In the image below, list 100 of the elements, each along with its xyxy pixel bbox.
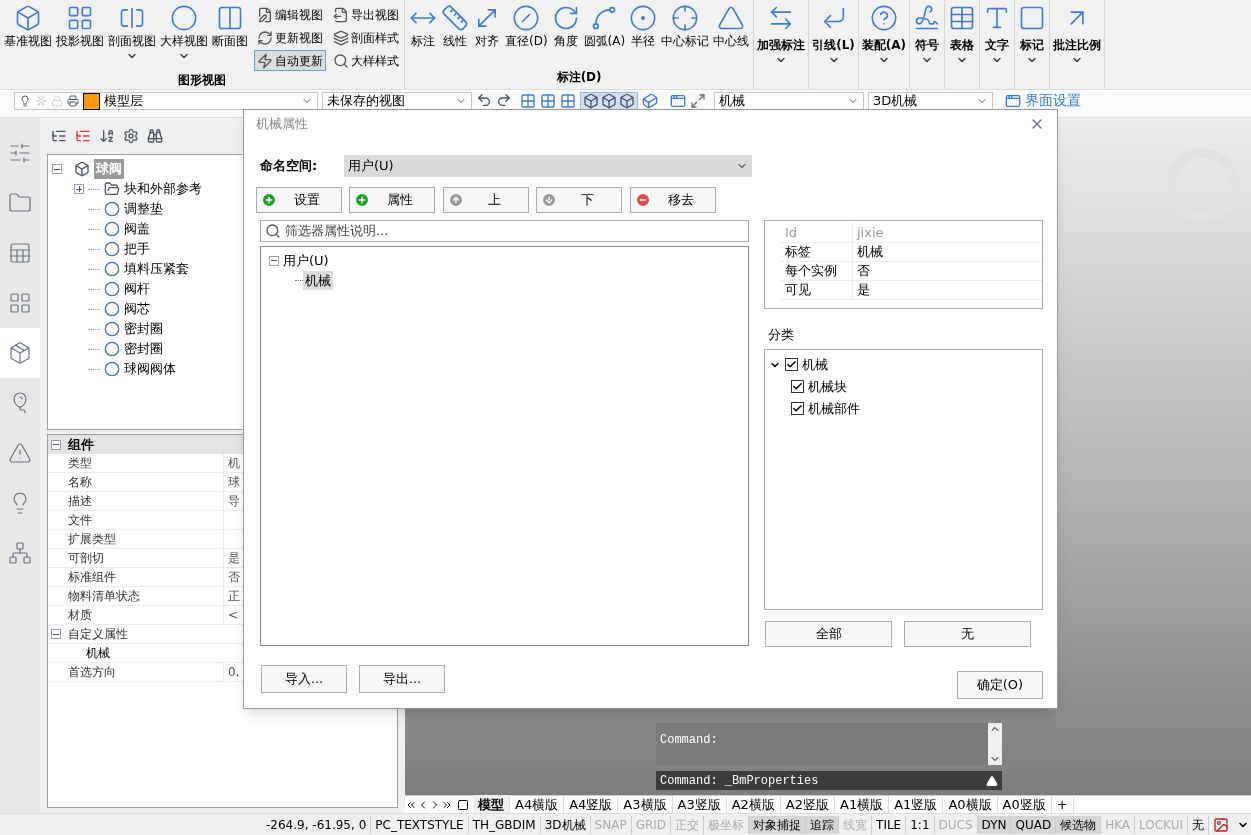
window-icon[interactable] bbox=[670, 93, 686, 109]
ribbon-tool-button[interactable]: 符号 bbox=[910, 0, 946, 89]
action-button[interactable]: 属性 bbox=[349, 187, 435, 213]
shaded-cube-icon[interactable] bbox=[642, 93, 658, 109]
view-grid-icon[interactable] bbox=[560, 93, 576, 109]
expander-icon[interactable] bbox=[269, 255, 279, 266]
ribbon-button[interactable]: 断面图 bbox=[210, 4, 250, 62]
ribbon-small-button[interactable]: 更新视图 bbox=[254, 27, 326, 48]
sort-icon[interactable] bbox=[99, 128, 115, 144]
status-toggle[interactable]: DYN bbox=[977, 815, 1012, 834]
tree-icon[interactable] bbox=[51, 128, 67, 144]
ribbon-small-button[interactable]: 剖面样式 bbox=[330, 27, 402, 48]
ui-settings-link[interactable]: 界面设置 bbox=[1005, 92, 1081, 109]
ribbon-small-button[interactable]: 导出视图 bbox=[330, 4, 402, 25]
settings-icon[interactable] bbox=[123, 128, 139, 144]
ribbon-button[interactable]: 半径 bbox=[627, 4, 660, 62]
grid-icon bbox=[8, 291, 32, 315]
ribbon-small-button[interactable]: 大样样式 bbox=[330, 50, 402, 71]
tree-item[interactable]: 阀杆 bbox=[124, 279, 150, 299]
ribbon-button[interactable]: 中心线 bbox=[711, 4, 752, 62]
namespace-dropdown[interactable]: 用户(U) bbox=[344, 155, 752, 177]
status-toggle[interactable]: QUAD bbox=[1011, 815, 1057, 834]
ribbon-button[interactable]: 中心标记 bbox=[659, 4, 712, 62]
action-button[interactable]: 下 bbox=[536, 187, 622, 213]
undo-icon[interactable] bbox=[476, 92, 492, 108]
ribbon-tool-button[interactable]: 批注比例 bbox=[1050, 0, 1106, 89]
ribbon-button[interactable]: 对齐 bbox=[471, 4, 503, 62]
ribbon-button[interactable]: 基准视图 bbox=[2, 4, 54, 62]
tree-item[interactable]: 填料压紧套 bbox=[124, 259, 189, 279]
ribbon-small-button[interactable]: 自动更新 bbox=[254, 50, 326, 71]
footer-button[interactable]: 导出... bbox=[359, 665, 445, 693]
expander-icon[interactable] bbox=[51, 439, 61, 450]
standard-dropdown[interactable]: 机械 bbox=[714, 92, 864, 110]
attribute-value: 是 bbox=[856, 281, 870, 300]
ok-button[interactable]: 确定(O) bbox=[957, 670, 1043, 699]
view-grid-icon[interactable] bbox=[540, 93, 556, 109]
tree-item[interactable]: 密封圈 bbox=[124, 339, 163, 359]
category-item[interactable]: 机械部件 bbox=[808, 398, 860, 419]
ribbon-button[interactable]: 角度 bbox=[549, 4, 582, 62]
workspace-dropdown[interactable]: 3D机械 bbox=[868, 92, 993, 110]
tree-item[interactable]: 调整垫 bbox=[124, 199, 163, 219]
tree-item[interactable]: 机械 bbox=[303, 270, 333, 290]
up-triangle-icon[interactable] bbox=[986, 774, 998, 787]
ribbon-button[interactable]: 直径(D) bbox=[503, 4, 550, 62]
select-button[interactable]: 无 bbox=[904, 620, 1031, 647]
attribute-value: 机械 bbox=[856, 243, 883, 262]
tree-item[interactable]: 块和外部参考 bbox=[124, 179, 202, 199]
binoculars-icon[interactable] bbox=[147, 128, 163, 144]
expand-icon[interactable] bbox=[690, 93, 706, 109]
ribbon-small-button[interactable]: 编辑视图 bbox=[254, 4, 326, 25]
select-button[interactable]: 全部 bbox=[765, 620, 892, 647]
cube-icon[interactable] bbox=[601, 93, 617, 109]
square-icon[interactable] bbox=[457, 798, 469, 811]
ribbon-tool-button[interactable]: 标记 bbox=[1015, 0, 1051, 89]
tree-item[interactable]: 球阀阀体 bbox=[124, 359, 176, 379]
action-button[interactable]: 设置 bbox=[256, 187, 342, 213]
tree-icon[interactable] bbox=[75, 128, 91, 144]
redo-icon[interactable] bbox=[496, 92, 512, 108]
ribbon-button[interactable]: 剖面视图 bbox=[106, 4, 158, 62]
checkbox[interactable] bbox=[791, 402, 804, 415]
status-toggle[interactable]: 候选物 bbox=[1056, 815, 1102, 834]
property-label: 物料清单状态 bbox=[64, 587, 224, 605]
tree-item[interactable]: 密封圈 bbox=[124, 319, 163, 339]
ribbon-tool-button[interactable]: 加强标注 bbox=[754, 0, 810, 89]
tree-item[interactable]: 把手 bbox=[124, 239, 150, 259]
tree-item[interactable]: 阀盖 bbox=[124, 219, 150, 239]
slashed-circle-icon bbox=[512, 4, 541, 32]
ribbon-button[interactable]: 圆弧(A) bbox=[581, 4, 628, 62]
view-dropdown[interactable]: 未保存的视图 bbox=[322, 92, 472, 110]
category-label: 分类 bbox=[767, 326, 795, 344]
ribbon-button[interactable]: 线性 bbox=[439, 4, 471, 62]
ribbon-tool-button[interactable]: 表格 bbox=[945, 0, 981, 89]
expander-icon[interactable] bbox=[74, 184, 84, 194]
category-item[interactable]: 机械 bbox=[802, 354, 828, 375]
ribbon-tool-button[interactable]: 引线(L) bbox=[809, 0, 859, 89]
sliders-icon bbox=[8, 141, 32, 165]
minus-icon bbox=[635, 192, 651, 208]
cube-icon[interactable] bbox=[583, 93, 599, 109]
ribbon-button[interactable]: 标注 bbox=[407, 4, 439, 62]
checkbox[interactable] bbox=[785, 358, 798, 371]
ribbon-button[interactable]: 投影视图 bbox=[54, 4, 106, 62]
checkbox[interactable] bbox=[791, 380, 804, 393]
view-grid-icon[interactable] bbox=[520, 93, 536, 109]
layer-dropdown[interactable]: 模型层 bbox=[14, 92, 318, 110]
ribbon-tool-button[interactable]: 装配(A) bbox=[858, 0, 911, 89]
status-toggle[interactable]: 对象捕捉 bbox=[749, 815, 807, 834]
view-cube-buttons[interactable] bbox=[580, 92, 638, 110]
cube-icon[interactable] bbox=[619, 93, 635, 109]
expander-icon[interactable] bbox=[51, 629, 61, 639]
category-item[interactable]: 机械块 bbox=[808, 376, 847, 397]
footer-button[interactable]: 导入... bbox=[261, 665, 347, 693]
expander-icon[interactable] bbox=[52, 164, 62, 174]
tree-item[interactable]: 阀芯 bbox=[124, 299, 150, 319]
action-button[interactable]: 移去 bbox=[630, 187, 716, 213]
ribbon-button[interactable]: 大样视图 bbox=[158, 4, 210, 62]
tree-item[interactable]: 用户(U) bbox=[283, 251, 329, 271]
status-toggle[interactable]: 追踪 bbox=[806, 815, 840, 834]
settings-picture-icon[interactable] bbox=[1212, 816, 1229, 833]
action-button[interactable]: 上 bbox=[443, 187, 529, 213]
ribbon-tool-button[interactable]: 文字 bbox=[980, 0, 1016, 89]
